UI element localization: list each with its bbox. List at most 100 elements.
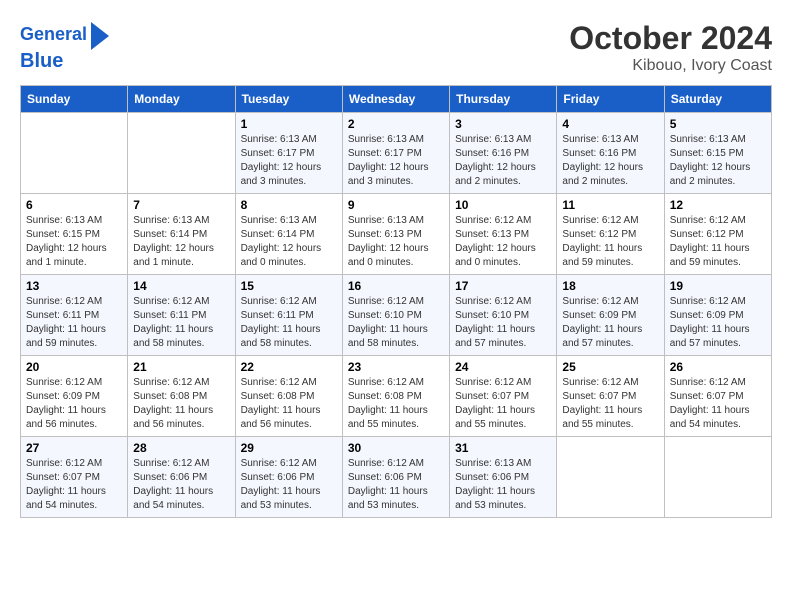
calendar-cell: 17Sunrise: 6:12 AM Sunset: 6:10 PM Dayli… (450, 275, 557, 356)
day-info: Sunrise: 6:13 AM Sunset: 6:14 PM Dayligh… (241, 214, 337, 270)
day-info: Sunrise: 6:13 AM Sunset: 6:14 PM Dayligh… (133, 214, 229, 270)
calendar-body: 1 Sunrise: 6:13 AM Sunset: 6:17 PM Daylig… (21, 113, 772, 518)
day-info: Sunrise: 6:12 AM Sunset: 6:11 PM Dayligh… (26, 295, 122, 351)
calendar-table: SundayMondayTuesdayWednesdayThursdayFrid… (20, 85, 772, 518)
calendar-cell: 4Sunrise: 6:13 AM Sunset: 6:16 PM Daylig… (557, 113, 664, 194)
calendar-cell: 13 Sunrise: 6:12 AM Sunset: 6:11 PM Dayli… (21, 275, 128, 356)
day-info: Sunrise: 6:12 AM Sunset: 6:09 PM Dayligh… (670, 295, 766, 351)
day-number: 24 (455, 360, 551, 374)
calendar-cell (664, 437, 771, 518)
day-info: Sunrise: 6:12 AM Sunset: 6:12 PM Dayligh… (670, 214, 766, 270)
calendar-cell: 24 Sunrise: 6:12 AM Sunset: 6:07 PM Dayli… (450, 356, 557, 437)
day-info: Sunrise: 6:13 AM Sunset: 6:17 PM Dayligh… (241, 133, 337, 189)
calendar-cell: 7Sunrise: 6:13 AM Sunset: 6:14 PM Daylig… (128, 194, 235, 275)
day-info: Sunrise: 6:12 AM Sunset: 6:10 PM Dayligh… (455, 295, 551, 351)
day-number: 29 (241, 441, 337, 455)
calendar-cell: 12 Sunrise: 6:12 AM Sunset: 6:12 PM Dayli… (664, 194, 771, 275)
day-info: Sunrise: 6:12 AM Sunset: 6:11 PM Dayligh… (241, 295, 337, 351)
calendar-week-row: 6Sunrise: 6:13 AM Sunset: 6:15 PM Daylig… (21, 194, 772, 275)
calendar-cell: 10 Sunrise: 6:12 AM Sunset: 6:13 PM Dayli… (450, 194, 557, 275)
calendar-header-row: SundayMondayTuesdayWednesdayThursdayFrid… (21, 86, 772, 113)
day-info: Sunrise: 6:12 AM Sunset: 6:10 PM Dayligh… (348, 295, 444, 351)
day-number: 15 (241, 279, 337, 293)
calendar-cell: 27 Sunrise: 6:12 AM Sunset: 6:07 PM Dayli… (21, 437, 128, 518)
day-header-sunday: Sunday (21, 86, 128, 113)
day-number: 30 (348, 441, 444, 455)
day-number: 19 (670, 279, 766, 293)
calendar-cell: 23 Sunrise: 6:12 AM Sunset: 6:08 PM Dayli… (342, 356, 449, 437)
calendar-week-row: 27 Sunrise: 6:12 AM Sunset: 6:07 PM Dayli… (21, 437, 772, 518)
logo-text: General (20, 25, 87, 45)
calendar-cell: 9 Sunrise: 6:13 AM Sunset: 6:13 PM Daylig… (342, 194, 449, 275)
day-number: 10 (455, 198, 551, 212)
calendar-cell: 2Sunrise: 6:13 AM Sunset: 6:17 PM Daylig… (342, 113, 449, 194)
page-header: General Blue October 2024 Kibouo, Ivory … (20, 20, 772, 75)
calendar-cell: 30 Sunrise: 6:12 AM Sunset: 6:06 PM Dayli… (342, 437, 449, 518)
logo-general: General (20, 24, 87, 44)
logo-arrow-icon (91, 22, 109, 50)
day-info: Sunrise: 6:12 AM Sunset: 6:08 PM Dayligh… (133, 376, 229, 432)
day-info: Sunrise: 6:13 AM Sunset: 6:13 PM Dayligh… (348, 214, 444, 270)
day-info: Sunrise: 6:12 AM Sunset: 6:06 PM Dayligh… (348, 457, 444, 513)
calendar-week-row: 20Sunrise: 6:12 AM Sunset: 6:09 PM Dayli… (21, 356, 772, 437)
day-info: Sunrise: 6:12 AM Sunset: 6:06 PM Dayligh… (241, 457, 337, 513)
calendar-cell: 28 Sunrise: 6:12 AM Sunset: 6:06 PM Dayli… (128, 437, 235, 518)
day-header-tuesday: Tuesday (235, 86, 342, 113)
day-info: Sunrise: 6:12 AM Sunset: 6:08 PM Dayligh… (241, 376, 337, 432)
day-header-thursday: Thursday (450, 86, 557, 113)
day-header-friday: Friday (557, 86, 664, 113)
day-number: 14 (133, 279, 229, 293)
calendar-cell: 26Sunrise: 6:12 AM Sunset: 6:07 PM Dayli… (664, 356, 771, 437)
day-info: Sunrise: 6:12 AM Sunset: 6:07 PM Dayligh… (562, 376, 658, 432)
calendar-cell: 25 Sunrise: 6:12 AM Sunset: 6:07 PM Dayli… (557, 356, 664, 437)
day-info: Sunrise: 6:13 AM Sunset: 6:16 PM Dayligh… (455, 133, 551, 189)
day-number: 22 (241, 360, 337, 374)
day-info: Sunrise: 6:12 AM Sunset: 6:11 PM Dayligh… (133, 295, 229, 351)
day-info: Sunrise: 6:12 AM Sunset: 6:06 PM Dayligh… (133, 457, 229, 513)
day-info: Sunrise: 6:12 AM Sunset: 6:12 PM Dayligh… (562, 214, 658, 270)
month-title: October 2024 (569, 20, 772, 57)
day-number: 27 (26, 441, 122, 455)
day-header-saturday: Saturday (664, 86, 771, 113)
day-number: 25 (562, 360, 658, 374)
day-number: 23 (348, 360, 444, 374)
day-number: 3 (455, 117, 551, 131)
day-number: 6 (26, 198, 122, 212)
calendar-cell (557, 437, 664, 518)
title-block: October 2024 Kibouo, Ivory Coast (569, 20, 772, 75)
day-number: 12 (670, 198, 766, 212)
day-number: 8 (241, 198, 337, 212)
day-number: 1 (241, 117, 337, 131)
calendar-cell: 31 Sunrise: 6:13 AM Sunset: 6:06 PM Dayli… (450, 437, 557, 518)
day-number: 26 (670, 360, 766, 374)
calendar-cell (128, 113, 235, 194)
day-number: 11 (562, 198, 658, 212)
day-number: 18 (562, 279, 658, 293)
day-info: Sunrise: 6:13 AM Sunset: 6:06 PM Dayligh… (455, 457, 551, 513)
calendar-cell: 16 Sunrise: 6:12 AM Sunset: 6:10 PM Dayli… (342, 275, 449, 356)
calendar-cell: 22 Sunrise: 6:12 AM Sunset: 6:08 PM Dayli… (235, 356, 342, 437)
day-number: 13 (26, 279, 122, 293)
day-number: 16 (348, 279, 444, 293)
day-header-wednesday: Wednesday (342, 86, 449, 113)
calendar-cell: 15 Sunrise: 6:12 AM Sunset: 6:11 PM Dayli… (235, 275, 342, 356)
day-number: 31 (455, 441, 551, 455)
calendar-cell: 14 Sunrise: 6:12 AM Sunset: 6:11 PM Dayli… (128, 275, 235, 356)
calendar-cell: 8 Sunrise: 6:13 AM Sunset: 6:14 PM Daylig… (235, 194, 342, 275)
day-info: Sunrise: 6:13 AM Sunset: 6:15 PM Dayligh… (670, 133, 766, 189)
day-info: Sunrise: 6:12 AM Sunset: 6:07 PM Dayligh… (26, 457, 122, 513)
day-info: Sunrise: 6:12 AM Sunset: 6:13 PM Dayligh… (455, 214, 551, 270)
calendar-cell: 20Sunrise: 6:12 AM Sunset: 6:09 PM Dayli… (21, 356, 128, 437)
calendar-cell (21, 113, 128, 194)
day-info: Sunrise: 6:12 AM Sunset: 6:07 PM Dayligh… (455, 376, 551, 432)
logo: General Blue (20, 20, 109, 72)
day-info: Sunrise: 6:12 AM Sunset: 6:08 PM Dayligh… (348, 376, 444, 432)
calendar-week-row: 13 Sunrise: 6:12 AM Sunset: 6:11 PM Dayli… (21, 275, 772, 356)
calendar-cell: 11 Sunrise: 6:12 AM Sunset: 6:12 PM Dayli… (557, 194, 664, 275)
location-subtitle: Kibouo, Ivory Coast (569, 57, 772, 75)
logo-blue: Blue (20, 50, 63, 72)
day-number: 28 (133, 441, 229, 455)
day-number: 5 (670, 117, 766, 131)
calendar-cell: 18Sunrise: 6:12 AM Sunset: 6:09 PM Dayli… (557, 275, 664, 356)
day-number: 9 (348, 198, 444, 212)
